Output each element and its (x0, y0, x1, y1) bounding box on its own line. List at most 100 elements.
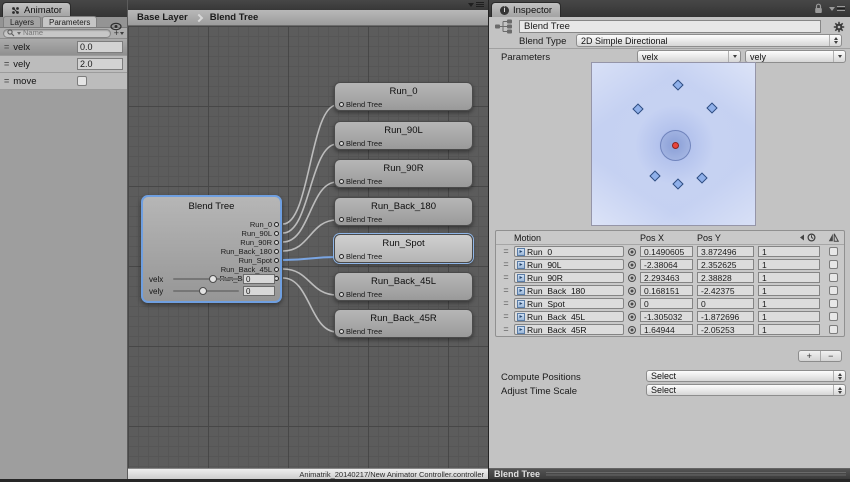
object-picker-icon[interactable] (628, 326, 636, 334)
speed-field[interactable]: 1 (758, 298, 820, 309)
blend-tree-node[interactable]: Blend Tree Run_0Run_90LRun_90RRun_Back_1… (141, 195, 282, 303)
state-node[interactable]: Run_Back_45LBlend Tree (334, 272, 473, 301)
compute-positions-dropdown[interactable]: Select (646, 370, 846, 382)
pos-x-field[interactable]: 2.293463 (640, 272, 693, 283)
pos-x-field[interactable]: 0.168151 (640, 285, 693, 296)
parameter-row[interactable]: =vely2.0 (0, 56, 127, 73)
transition-wire[interactable] (283, 220, 337, 251)
mirror-checkbox[interactable] (829, 286, 838, 295)
state-node[interactable]: Run_90LBlend Tree (334, 121, 473, 150)
slider-value-field[interactable]: 0 (243, 274, 275, 284)
speed-field[interactable]: 1 (758, 246, 820, 257)
blend-2d-preview[interactable] (591, 62, 756, 226)
graph-canvas[interactable]: Blend Tree Run_0Run_90LRun_90RRun_Back_1… (128, 26, 488, 468)
tab-parameters[interactable]: Parameters (42, 16, 97, 27)
speed-field[interactable]: 1 (758, 324, 820, 335)
remove-motion-button[interactable]: − (820, 351, 842, 361)
mirror-checkbox[interactable] (829, 299, 838, 308)
tab-animator[interactable]: Animator (2, 2, 71, 17)
state-node[interactable]: Run_SpotBlend Tree (334, 234, 473, 263)
mirror-checkbox[interactable] (829, 312, 838, 321)
parameter-checkbox[interactable] (77, 76, 87, 86)
pos-x-field[interactable]: -2.38064 (640, 259, 693, 270)
slider-track[interactable] (173, 278, 239, 280)
search-input[interactable]: Name (3, 29, 111, 38)
object-picker-icon[interactable] (628, 248, 636, 256)
blend-sample-marker[interactable] (649, 170, 660, 181)
mirror-checkbox[interactable] (829, 325, 838, 334)
pos-y-field[interactable]: 2.352625 (697, 259, 754, 270)
motion-object-field[interactable]: ▸Run_Back_45L (514, 311, 624, 322)
motion-object-field[interactable]: ▸Run_Spot (514, 298, 624, 309)
drag-handle-icon[interactable]: = (498, 260, 514, 269)
motion-object-field[interactable]: ▸Run_Back_180 (514, 285, 624, 296)
blend-sample-marker[interactable] (672, 79, 683, 90)
slider-thumb[interactable] (199, 287, 207, 295)
pos-y-field[interactable]: 0 (697, 298, 754, 309)
object-picker-icon[interactable] (628, 287, 636, 295)
slider-track[interactable] (173, 290, 239, 292)
slider-value-field[interactable]: 0 (243, 286, 275, 296)
blend-sample-marker[interactable] (632, 103, 643, 114)
speed-field[interactable]: 1 (758, 272, 820, 283)
pos-x-field[interactable]: 0 (640, 298, 693, 309)
state-node[interactable]: Run_0Blend Tree (334, 82, 473, 111)
motion-object-field[interactable]: ▸Run_90R (514, 272, 624, 283)
pos-x-field[interactable]: 0.1490605 (640, 246, 693, 257)
drag-handle-icon[interactable]: = (498, 312, 514, 321)
blend-sample-marker[interactable] (706, 103, 717, 114)
pos-y-field[interactable]: -2.05253 (697, 324, 754, 335)
preview-drag-grip[interactable] (546, 472, 846, 477)
speed-field[interactable]: 1 (758, 259, 820, 270)
add-motion-button[interactable]: + (799, 351, 820, 361)
transition-wire[interactable] (283, 269, 337, 295)
inspector-menu-icon[interactable] (829, 6, 845, 11)
parameter-row[interactable]: =velx0.0 (0, 39, 127, 56)
object-picker-icon[interactable] (628, 274, 636, 282)
object-picker-icon[interactable] (628, 313, 636, 321)
blend-sample-marker[interactable] (696, 173, 707, 184)
mirror-checkbox[interactable] (829, 273, 838, 282)
motion-object-field[interactable]: ▸Run_Back_45R (514, 324, 624, 335)
speed-field[interactable]: 1 (758, 285, 820, 296)
mirror-checkbox[interactable] (829, 260, 838, 269)
pos-y-field[interactable]: -2.42375 (697, 285, 754, 296)
transition-wire[interactable] (283, 278, 337, 332)
pos-y-field[interactable]: 2.38828 (697, 272, 754, 283)
lock-icon[interactable] (814, 3, 823, 14)
blend-position-dot[interactable] (672, 142, 679, 149)
adjust-time-scale-dropdown[interactable]: Select (646, 384, 846, 396)
eye-icon[interactable] (110, 18, 122, 36)
tab-inspector[interactable]: i Inspector (491, 2, 561, 17)
pos-x-field[interactable]: -1.305032 (640, 311, 693, 322)
drag-handle-icon[interactable]: = (498, 247, 514, 256)
drag-handle-icon[interactable]: = (498, 325, 514, 334)
parameter-value-field[interactable]: 0.0 (77, 41, 123, 53)
preview-pane-header[interactable]: Blend Tree (489, 468, 850, 479)
pos-y-field[interactable]: 3.872496 (697, 246, 754, 257)
pos-y-field[interactable]: -1.872696 (697, 311, 754, 322)
drag-handle-icon[interactable]: = (498, 286, 514, 295)
state-node[interactable]: Run_Back_180Blend Tree (334, 197, 473, 226)
motion-object-field[interactable]: ▸Run_0 (514, 246, 624, 257)
parameter-row[interactable]: =move (0, 73, 127, 90)
parameter-value-field[interactable]: 2.0 (77, 58, 123, 70)
object-picker-icon[interactable] (628, 300, 636, 308)
mirror-checkbox[interactable] (829, 247, 838, 256)
breadcrumb-item[interactable]: Base Layer (137, 12, 188, 23)
speed-field[interactable]: 1 (758, 311, 820, 322)
transition-wire[interactable] (283, 105, 337, 224)
tab-layers[interactable]: Layers (3, 16, 41, 27)
state-node[interactable]: Run_Back_45RBlend Tree (334, 309, 473, 338)
object-picker-icon[interactable] (628, 261, 636, 269)
state-node[interactable]: Run_90RBlend Tree (334, 159, 473, 188)
parameter-y-dropdown[interactable]: vely (745, 50, 846, 63)
drag-handle-icon[interactable]: = (498, 273, 514, 282)
motion-object-field[interactable]: ▸Run_90L (514, 259, 624, 270)
pos-x-field[interactable]: 1.64944 (640, 324, 693, 335)
blend-type-dropdown[interactable]: 2D Simple Directional (576, 34, 842, 47)
drag-handle-icon[interactable]: = (498, 299, 514, 308)
window-menu-icon[interactable] (468, 2, 484, 7)
slider-thumb[interactable] (209, 275, 217, 283)
breadcrumb-item[interactable]: Blend Tree (210, 12, 259, 23)
